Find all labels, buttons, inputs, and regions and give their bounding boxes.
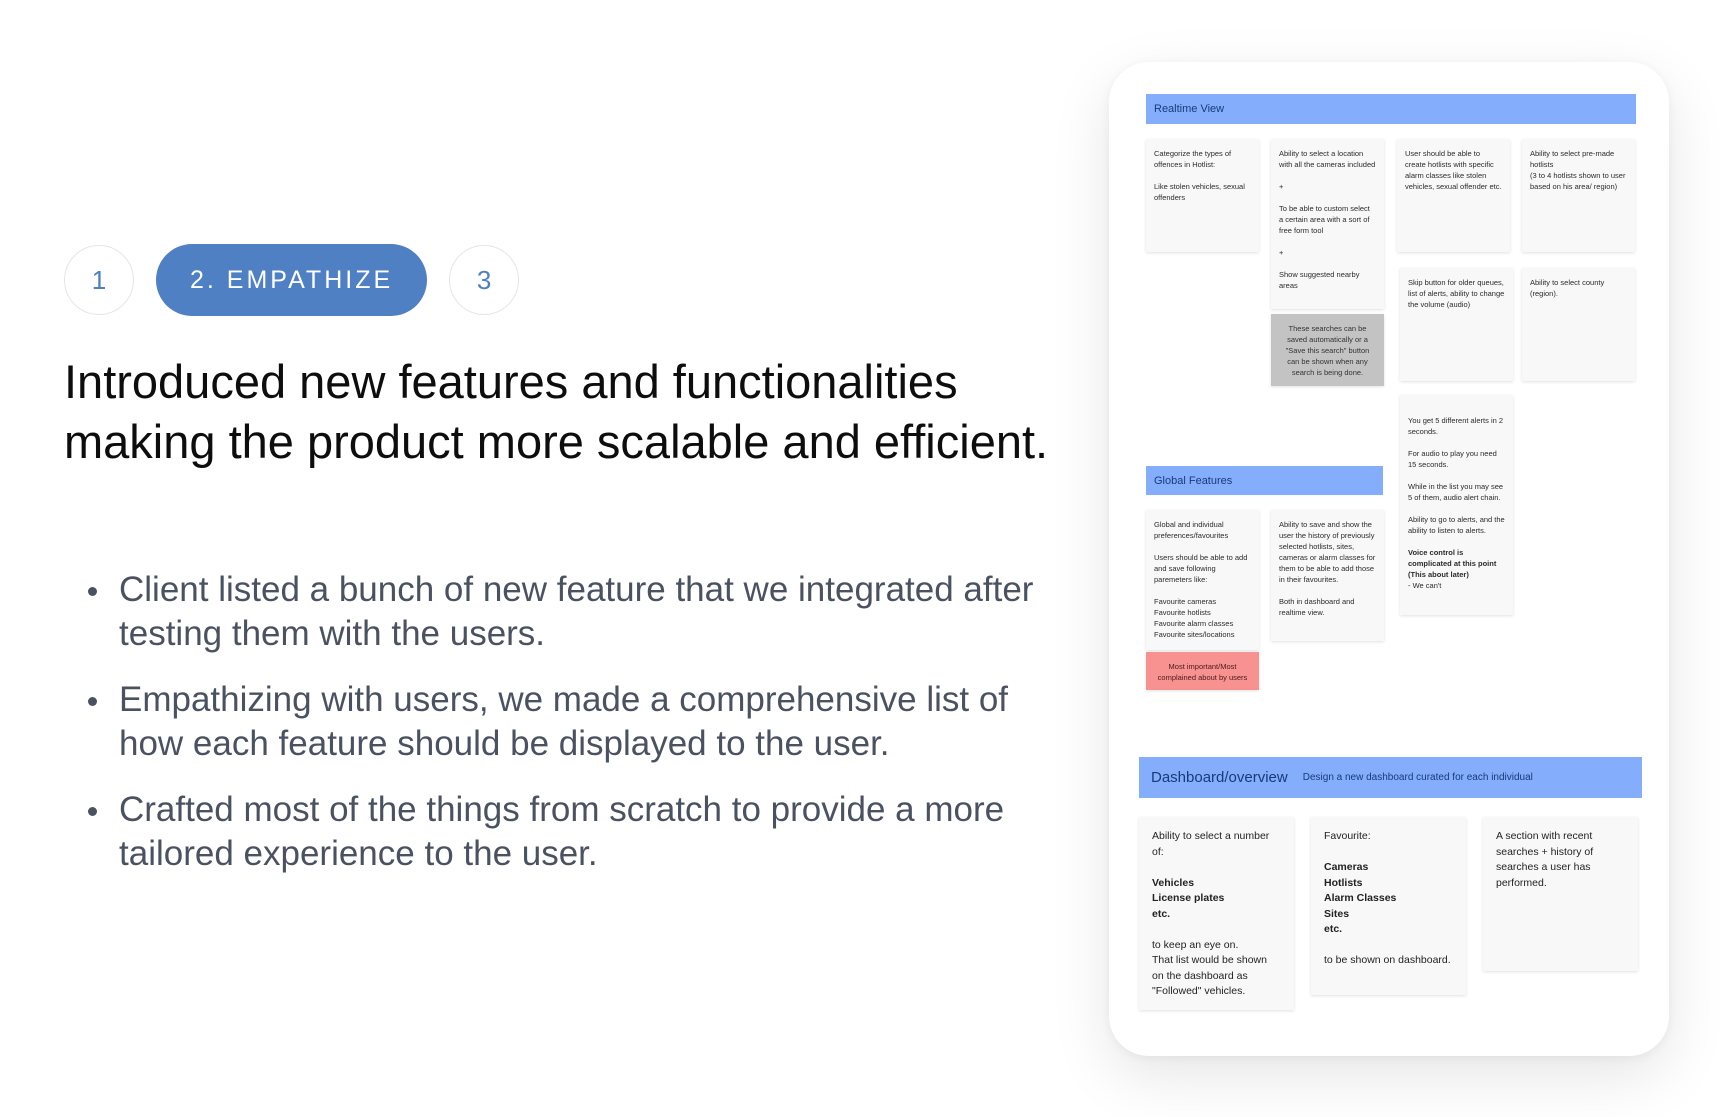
sticky-note: Skip button for older queues, list of al… <box>1400 268 1513 381</box>
sticky-note: Ability to select pre-made hotlists (3 t… <box>1522 139 1635 252</box>
step-2-empathize-button[interactable]: 2. EMPATHIZE <box>156 244 428 316</box>
note-bold-text: Voice control is complicated at this poi… <box>1408 548 1497 579</box>
sticky-note: A section with recent searches + history… <box>1483 817 1638 971</box>
global-features-header: Global Features <box>1146 466 1383 495</box>
dashboard-subtitle: Design a new dashboard curated for each … <box>1302 772 1533 783</box>
bullet-dot-icon <box>88 807 97 816</box>
step-1-button[interactable]: 1 <box>64 245 134 315</box>
feature-board: Realtime View Categorize the types of of… <box>1109 62 1669 1056</box>
note-text: to keep an eye on. That list would be sh… <box>1152 938 1267 998</box>
note-bold-text: Cameras Hotlists Alarm Classes Sites etc… <box>1324 861 1397 935</box>
note-bold-text: Vehicles License plates etc. <box>1152 876 1225 920</box>
sticky-note: Ability to select county (region). <box>1522 268 1635 381</box>
note-text: You get 5 different alerts in 2 seconds.… <box>1408 416 1505 535</box>
bullet-item: Crafted most of the things from scratch … <box>64 788 1054 876</box>
sticky-note: User should be able to create hotlists w… <box>1397 139 1510 252</box>
bullet-text: Crafted most of the things from scratch … <box>119 790 1005 873</box>
bullet-item: Empathizing with users, we made a compre… <box>64 678 1054 766</box>
note-text: to be shown on dashboard. <box>1324 954 1451 966</box>
sticky-note: Ability to select a location with all th… <box>1271 139 1384 309</box>
sticky-note-gray: These searches can be saved automaticall… <box>1271 314 1384 386</box>
sticky-note: Favourite: Cameras Hotlists Alarm Classe… <box>1311 817 1466 995</box>
bullet-list: Client listed a bunch of new feature tha… <box>64 568 1054 898</box>
bullet-dot-icon <box>88 697 97 706</box>
note-text: Ability to select a number of: <box>1152 830 1270 858</box>
sticky-note: Ability to save and show the user the hi… <box>1271 510 1384 641</box>
step-3-button[interactable]: 3 <box>449 245 520 315</box>
bullet-dot-icon <box>88 587 97 596</box>
bullet-item: Client listed a bunch of new feature tha… <box>64 568 1054 656</box>
bullet-text: Empathizing with users, we made a compre… <box>119 680 1009 763</box>
realtime-view-header: Realtime View <box>1146 94 1636 124</box>
dashboard-overview-header: Dashboard/overview Design a new dashboar… <box>1139 757 1642 798</box>
dashboard-title: Dashboard/overview <box>1151 769 1288 786</box>
sticky-note-red: Most important/Most complained about by … <box>1146 652 1259 690</box>
sticky-note-alerts: You get 5 different alerts in 2 seconds.… <box>1400 395 1513 615</box>
note-text: - We can't <box>1408 581 1442 590</box>
step-navigation: 1 2. EMPATHIZE 3 <box>64 244 520 316</box>
bullet-text: Client listed a bunch of new feature tha… <box>119 570 1034 653</box>
sticky-note: Ability to select a number of: Vehicles … <box>1139 817 1294 1010</box>
sticky-note: Categorize the types of offences in Hotl… <box>1146 139 1259 252</box>
note-text: Favourite: <box>1324 830 1371 842</box>
page-headline: Introduced new features and functionalit… <box>64 355 1049 468</box>
sticky-note: Global and individual preferences/favour… <box>1146 510 1259 650</box>
